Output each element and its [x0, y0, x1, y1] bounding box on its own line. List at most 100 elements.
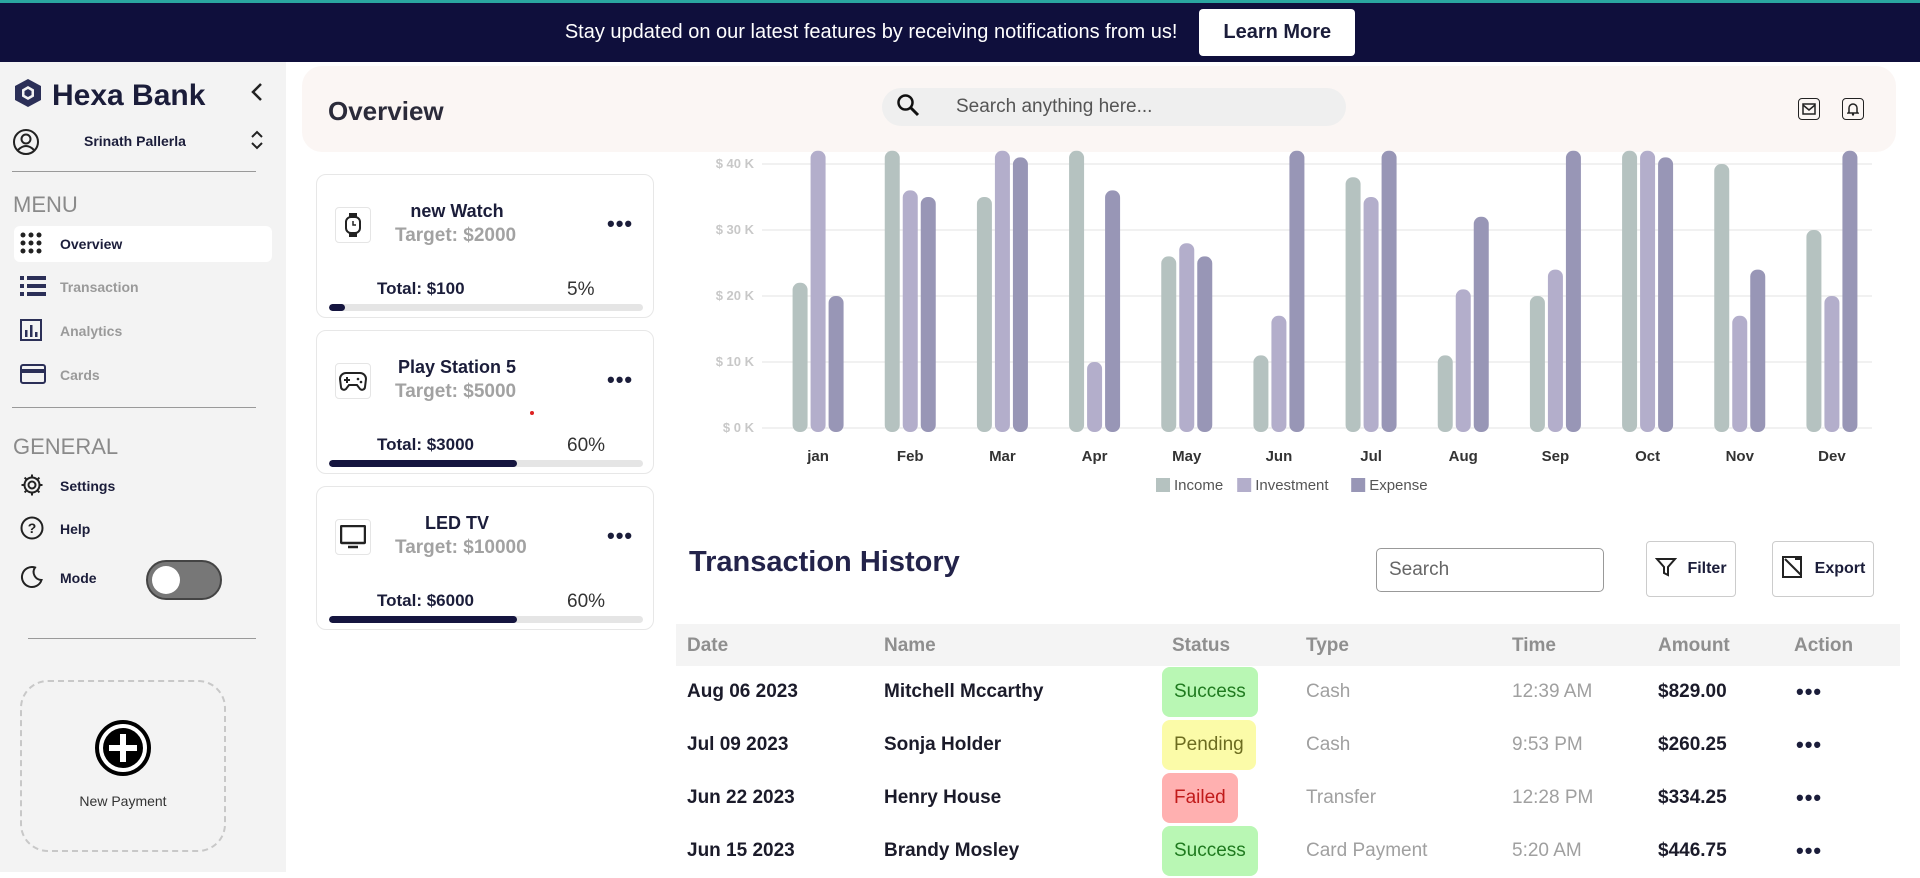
table-row: Jul 09 2023 Sonja Holder Pending Cash 9:…: [676, 720, 1900, 772]
cell-name: Brandy Mosley: [884, 840, 1020, 861]
filter-label: Filter: [1687, 560, 1727, 577]
bar-income-dev: [1806, 230, 1822, 432]
sidebar-item-analytics[interactable]: Analytics: [14, 313, 272, 349]
cell-type: Transfer: [1306, 787, 1377, 808]
column-header-amount[interactable]: Amount: [1658, 635, 1730, 657]
user-switcher[interactable]: Srinath Pallerla: [12, 128, 264, 155]
bar-expense-jan: [828, 296, 844, 432]
column-header-type[interactable]: Type: [1306, 635, 1349, 657]
column-header-action: Action: [1794, 635, 1854, 656]
watch-icon: [335, 207, 371, 243]
cell-time: 12:39 AM: [1512, 681, 1593, 702]
bar-investment-sep: [1547, 269, 1563, 432]
bar-income-jul: [1345, 177, 1361, 432]
goal-total: Total: $100: [377, 279, 465, 298]
global-search-input[interactable]: Search anything here...: [882, 88, 1346, 126]
legend-label: Expense: [1369, 477, 1427, 494]
bar-investment-nov: [1732, 315, 1748, 432]
brand-name: Hexa Bank: [52, 78, 206, 112]
cell-amount: $260.25: [1658, 734, 1727, 755]
menu-section-title: MENU: [13, 192, 78, 217]
cell-time: 9:53 PM: [1512, 734, 1583, 755]
filter-icon: [1655, 556, 1687, 583]
tv-icon: [335, 519, 371, 555]
bar-expense-apr: [1105, 190, 1121, 432]
bar-expense-aug: [1473, 216, 1489, 432]
sidebar-divider: [28, 638, 256, 639]
cell-date: Aug 06 2023: [687, 681, 798, 702]
more-options-icon[interactable]: •••: [607, 523, 633, 549]
export-button[interactable]: Export: [1772, 541, 1874, 597]
x-tick-label: May: [1172, 448, 1202, 465]
mode-toggle[interactable]: [146, 560, 222, 600]
bar-income-jan: [792, 282, 808, 432]
notification-banner: Stay updated on our latest features by r…: [0, 0, 1920, 62]
x-tick-label: Feb: [897, 448, 924, 465]
row-actions-icon[interactable]: •••: [1796, 679, 1822, 705]
filter-button[interactable]: Filter: [1646, 541, 1736, 597]
more-options-icon[interactable]: •••: [607, 211, 633, 237]
chevron-updown-icon[interactable]: [250, 128, 264, 153]
bar-income-nov: [1714, 164, 1730, 432]
bar-expense-dev: [1842, 150, 1858, 433]
x-tick-label: Jul: [1360, 448, 1382, 465]
column-header-name[interactable]: Name: [884, 635, 936, 657]
more-options-icon[interactable]: •••: [607, 367, 633, 393]
cell-type: Card Payment: [1306, 840, 1428, 861]
help-circle-icon: ?: [20, 516, 44, 543]
goal-percent: 5%: [567, 279, 595, 300]
bar-expense-mar: [1012, 157, 1028, 432]
bar-investment-dev: [1824, 296, 1840, 432]
row-actions-icon[interactable]: •••: [1796, 785, 1822, 811]
bar-expense-jul: [1381, 150, 1397, 433]
x-tick-label: Sep: [1542, 448, 1570, 465]
column-header-status[interactable]: Status: [1172, 635, 1230, 657]
sidebar-item-transaction[interactable]: Transaction: [14, 269, 272, 305]
mail-icon[interactable]: [1798, 98, 1820, 120]
bar-expense-jun: [1289, 150, 1305, 433]
x-tick-label: Apr: [1082, 448, 1108, 465]
x-tick-label: Aug: [1449, 448, 1478, 465]
moon-icon: [20, 565, 44, 592]
bar-income-aug: [1437, 355, 1453, 432]
column-header-date[interactable]: Date: [687, 635, 728, 657]
bar-income-may: [1161, 256, 1177, 432]
goal-total: Total: $3000: [377, 435, 475, 454]
new-payment-button[interactable]: New Payment: [20, 680, 226, 852]
bar-investment-jun: [1271, 315, 1287, 432]
banner-text: Stay updated on our latest features by r…: [564, 21, 1178, 43]
red-dot: [530, 411, 534, 415]
sidebar-item-cards[interactable]: Cards: [14, 357, 272, 393]
sidebar-divider: [12, 171, 256, 172]
cell-type: Cash: [1306, 734, 1351, 755]
goal-name: new Watch: [410, 201, 504, 221]
learn-more-button[interactable]: Learn More: [1199, 9, 1356, 56]
sidebar-item-help[interactable]: ? Help: [14, 511, 272, 547]
bar-expense-sep: [1565, 150, 1581, 433]
bar-expense-may: [1197, 256, 1213, 432]
row-actions-icon[interactable]: •••: [1796, 838, 1822, 864]
transaction-history-title: Transaction History: [689, 546, 960, 578]
goal-progress-fill: [329, 460, 518, 467]
collapse-sidebar-icon[interactable]: [250, 82, 264, 108]
grid-dots-icon: [20, 232, 42, 257]
sidebar: Hexa Bank Srinath Pallerla MENU Overview…: [0, 62, 286, 872]
sidebar-item-overview[interactable]: Overview: [14, 226, 272, 262]
savings-goal-card: Play Station 5 Target: $5000 ••• Total: …: [316, 330, 654, 474]
transaction-search-input[interactable]: Search: [1376, 548, 1604, 592]
bar-income-apr: [1069, 150, 1085, 433]
sidebar-item-label: Help: [60, 521, 91, 537]
page-title: Overview: [328, 96, 444, 126]
column-header-time[interactable]: Time: [1512, 635, 1556, 657]
table-row: Jun 15 2023 Brandy Mosley Success Card P…: [676, 826, 1900, 878]
goal-progress-bar: [329, 304, 643, 311]
bell-icon[interactable]: [1842, 98, 1864, 120]
cell-type: Cash: [1306, 681, 1351, 702]
sidebar-item-settings[interactable]: Settings: [14, 468, 272, 504]
goal-percent: 60%: [567, 435, 606, 456]
y-tick-label: $ 30 K: [716, 222, 755, 237]
x-tick-label: Oct: [1635, 448, 1660, 465]
search-placeholder: Search: [1389, 559, 1450, 580]
new-payment-label: New Payment: [79, 793, 167, 809]
row-actions-icon[interactable]: •••: [1796, 732, 1822, 758]
